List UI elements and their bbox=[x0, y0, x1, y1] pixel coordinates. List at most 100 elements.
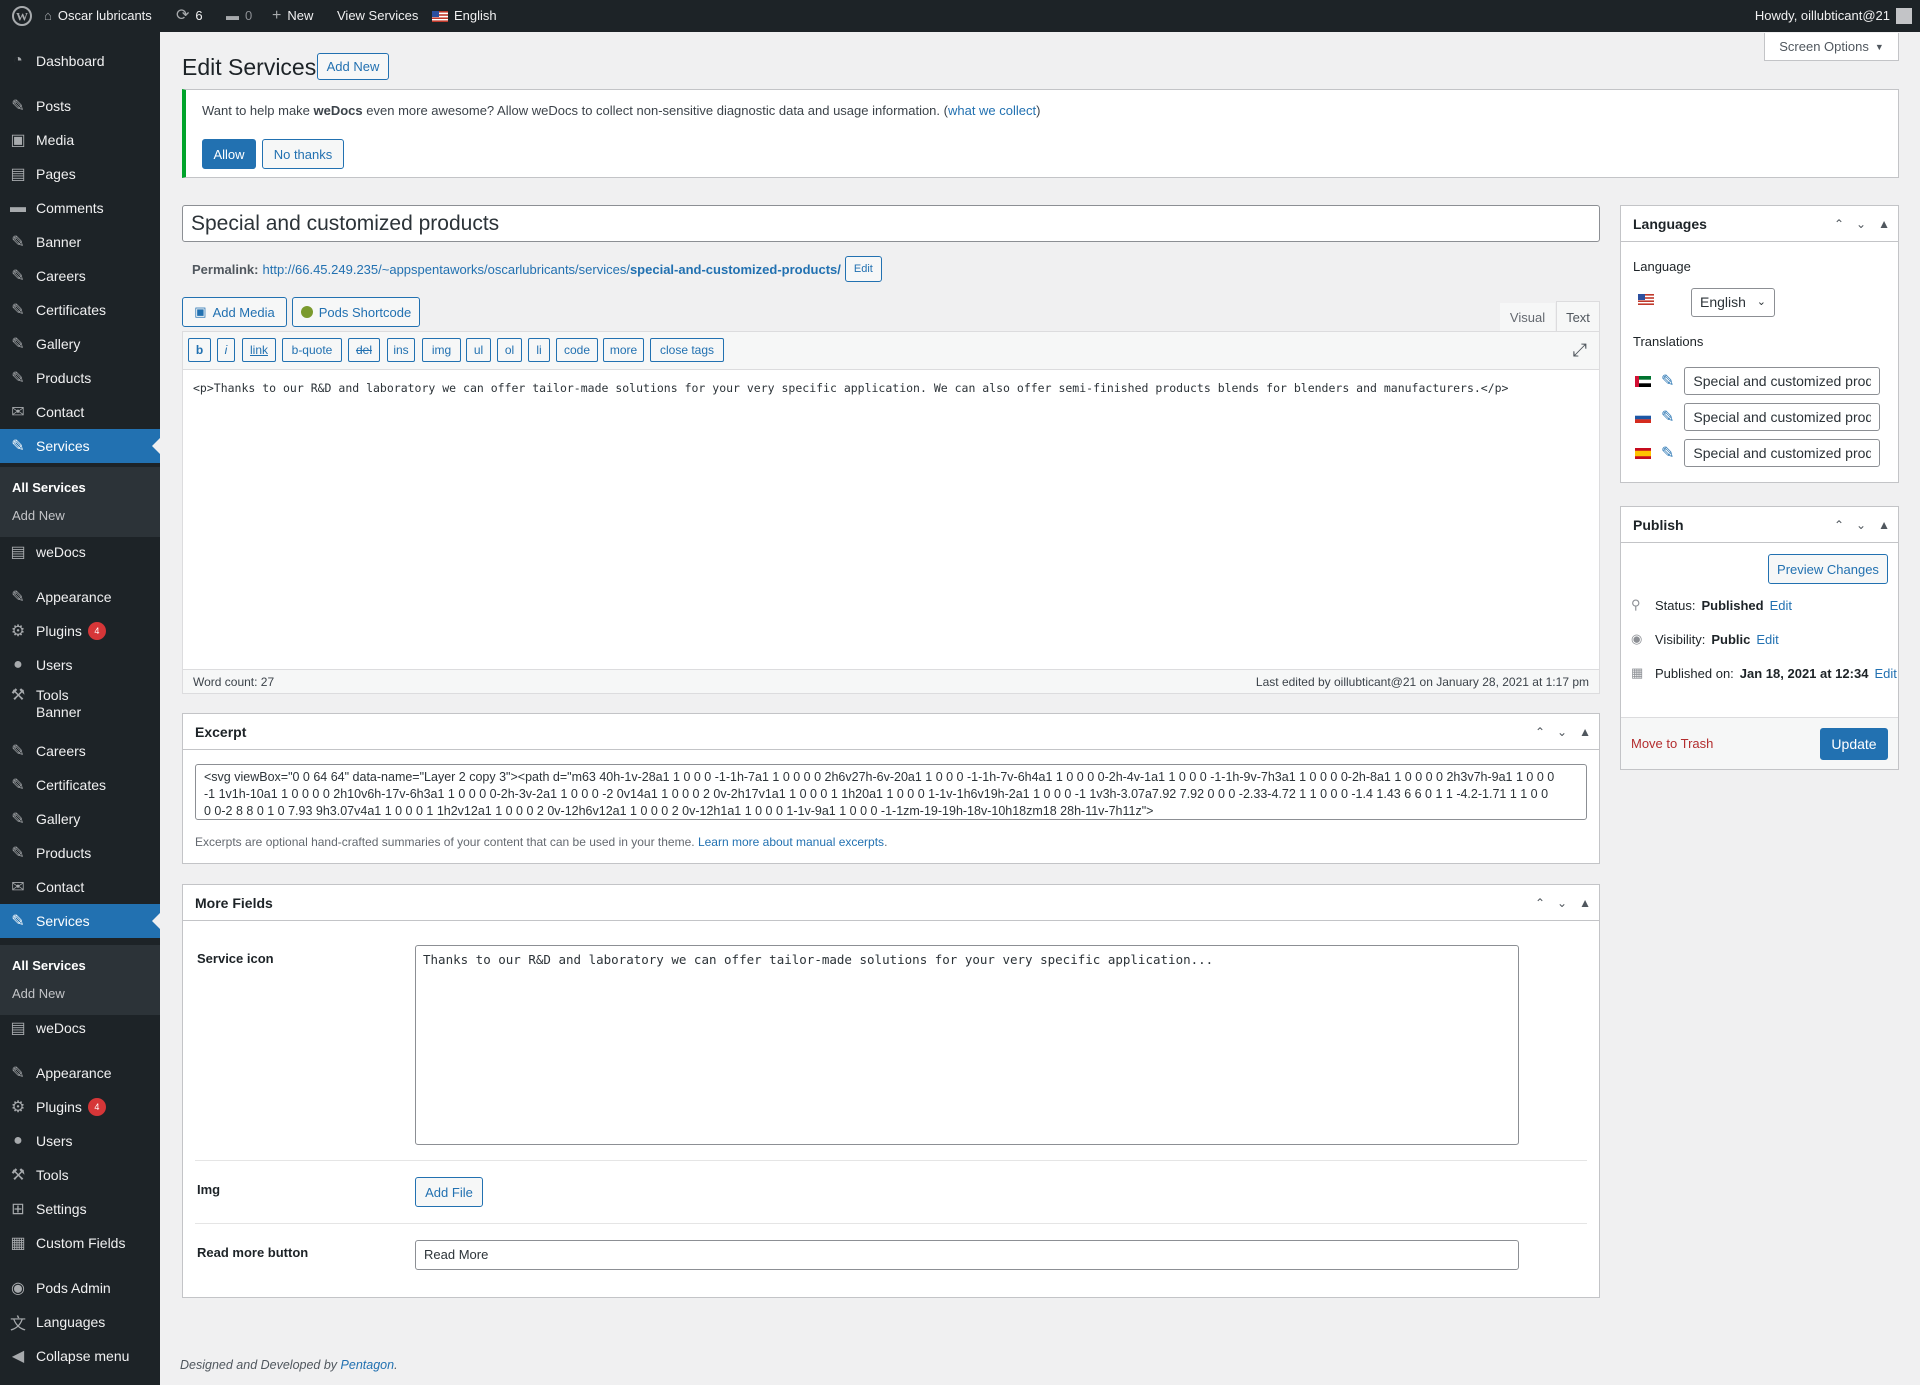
toggle-panel-icon[interactable]: ▲ bbox=[1878, 217, 1890, 231]
quicktag-del-button[interactable]: del bbox=[348, 338, 380, 362]
menu-item-plugins[interactable]: ⚙ Plugins 4 bbox=[0, 614, 160, 648]
menu-item-pods-admin[interactable]: ◉ Pods Admin bbox=[0, 1271, 160, 1305]
menu-item-services[interactable]: ✎ Services bbox=[0, 429, 160, 463]
quicktag-b-button[interactable]: b bbox=[188, 338, 211, 362]
quicktag-code-button[interactable]: code bbox=[556, 338, 598, 362]
quicktag-ul-button[interactable]: ul bbox=[466, 338, 491, 362]
pods-shortcode-button[interactable]: Pods Shortcode bbox=[292, 297, 420, 327]
menu-item-gallery[interactable]: ✎ Gallery bbox=[0, 327, 160, 361]
submenu-all-services[interactable]: All Services bbox=[0, 474, 160, 502]
move-up-icon[interactable]: ⌃ bbox=[1535, 725, 1545, 739]
wordpress-logo-icon[interactable]: W bbox=[12, 0, 32, 32]
language-switcher[interactable]: English bbox=[432, 0, 497, 32]
updates-link[interactable]: ⟳ 6 bbox=[176, 0, 203, 32]
menu-item-banner[interactable]: ✎Banner bbox=[0, 700, 160, 724]
menu-item-gallery[interactable]: ✎ Gallery bbox=[0, 802, 160, 836]
footer-link[interactable]: Pentagon bbox=[341, 1358, 395, 1372]
permalink-edit-button[interactable]: Edit bbox=[844, 256, 882, 282]
menu-item-dashboard[interactable]: ◔ Dashboard bbox=[0, 44, 160, 78]
excerpt-textarea[interactable]: <svg viewBox="0 0 64 64" data-name="Laye… bbox=[195, 764, 1587, 820]
service-icon-textarea[interactable]: Thanks to our R&D and laboratory we can … bbox=[415, 945, 1519, 1145]
add-media-button[interactable]: ▣ Add Media bbox=[182, 297, 287, 327]
screen-options-button[interactable]: Screen Options ▼ bbox=[1764, 33, 1899, 61]
quicktag-i-button[interactable]: i bbox=[217, 338, 235, 362]
menu-item-custom-fields[interactable]: ▦ Custom Fields bbox=[0, 1226, 160, 1260]
translation-input-es[interactable] bbox=[1684, 439, 1881, 467]
menu-item-posts[interactable]: ✎ Posts bbox=[0, 89, 160, 123]
view-services-link[interactable]: View Services bbox=[337, 0, 418, 32]
fullscreen-icon[interactable]: ⤢ bbox=[1573, 340, 1587, 361]
toggle-panel-icon[interactable]: ▲ bbox=[1579, 725, 1591, 739]
menu-item-tools[interactable]: ⚒ Tools bbox=[0, 1158, 160, 1192]
menu-item-collapse-menu[interactable]: ◀ Collapse menu bbox=[0, 1339, 160, 1373]
menu-item-settings[interactable]: ⊞ Settings bbox=[0, 1192, 160, 1226]
menu-item-careers[interactable]: ✎ Careers bbox=[0, 259, 160, 293]
menu-item-wedocs[interactable]: ▤ weDocs bbox=[0, 1011, 160, 1045]
pencil-icon[interactable]: ✎ bbox=[1661, 407, 1674, 427]
quicktag-img-button[interactable]: img bbox=[422, 338, 461, 362]
permalink-link[interactable]: http://66.45.249.235/~appspentaworks/osc… bbox=[262, 262, 840, 277]
menu-item-appearance[interactable]: ✎ Appearance bbox=[0, 1056, 160, 1090]
submenu-add-new[interactable]: Add New bbox=[0, 980, 160, 1008]
menu-item-languages[interactable]: 文 Languages bbox=[0, 1305, 160, 1339]
update-button[interactable]: Update bbox=[1820, 728, 1888, 760]
submenu-all-services[interactable]: All Services bbox=[0, 952, 160, 980]
menu-item-pages[interactable]: ▤ Pages bbox=[0, 157, 160, 191]
read-more-input[interactable]: Read More bbox=[415, 1240, 1519, 1270]
menu-item-users[interactable]: ● Users bbox=[0, 1124, 160, 1158]
toggle-panel-icon[interactable]: ▲ bbox=[1878, 518, 1890, 532]
post-title-input[interactable]: Special and customized products bbox=[182, 205, 1600, 242]
menu-item-plugins[interactable]: ⚙ Plugins 4 bbox=[0, 1090, 160, 1124]
quicktag-ins-button[interactable]: ins bbox=[387, 338, 415, 362]
add-new-button[interactable]: Add New bbox=[317, 53, 389, 80]
move-down-icon[interactable]: ⌄ bbox=[1856, 518, 1866, 532]
editor-textarea[interactable]: <p>Thanks to our R&D and laboratory we c… bbox=[193, 381, 1589, 395]
menu-item-certificates[interactable]: ✎ Certificates bbox=[0, 768, 160, 802]
menu-item-contact[interactable]: ✉ Contact bbox=[0, 870, 160, 904]
move-down-icon[interactable]: ⌄ bbox=[1856, 217, 1866, 231]
what-we-collect-link[interactable]: what we collect bbox=[948, 103, 1036, 118]
menu-item-appearance[interactable]: ✎ Appearance bbox=[0, 580, 160, 614]
new-content-link[interactable]: + New bbox=[272, 0, 313, 32]
no-thanks-button[interactable]: No thanks bbox=[262, 139, 344, 169]
menu-item-products[interactable]: ✎ Products bbox=[0, 836, 160, 870]
menu-item-contact[interactable]: ✉ Contact bbox=[0, 395, 160, 429]
quicktag-li-button[interactable]: li bbox=[528, 338, 550, 362]
menu-item-certificates[interactable]: ✎ Certificates bbox=[0, 293, 160, 327]
translation-input-ar[interactable] bbox=[1684, 367, 1881, 395]
quicktag-link-button[interactable]: link bbox=[242, 338, 276, 362]
published-edit-link[interactable]: Edit bbox=[1874, 666, 1896, 681]
toggle-panel-icon[interactable]: ▲ bbox=[1579, 896, 1591, 910]
pencil-icon[interactable]: ✎ bbox=[1661, 371, 1674, 391]
menu-item-users[interactable]: ● Users bbox=[0, 648, 160, 682]
tab-text[interactable]: Text bbox=[1556, 301, 1600, 332]
move-up-icon[interactable]: ⌃ bbox=[1834, 217, 1844, 231]
visibility-edit-link[interactable]: Edit bbox=[1756, 632, 1778, 647]
quicktag-b-quote-button[interactable]: b-quote bbox=[282, 338, 342, 362]
menu-item-banner[interactable]: ✎Banner bbox=[0, 225, 160, 259]
pencil-icon[interactable]: ✎ bbox=[1661, 443, 1674, 463]
quicktag-ol-button[interactable]: ol bbox=[497, 338, 522, 362]
comments-link[interactable]: ▬ 0 bbox=[226, 0, 252, 32]
menu-item-comments[interactable]: ▬ Comments bbox=[0, 191, 160, 225]
move-up-icon[interactable]: ⌃ bbox=[1834, 518, 1844, 532]
menu-item-wedocs[interactable]: ▤ weDocs bbox=[0, 535, 160, 569]
menu-item-services[interactable]: ✎ Services bbox=[0, 904, 160, 938]
menu-item-products[interactable]: ✎ Products bbox=[0, 361, 160, 395]
status-edit-link[interactable]: Edit bbox=[1770, 598, 1792, 613]
move-up-icon[interactable]: ⌃ bbox=[1535, 896, 1545, 910]
quicktag-more-button[interactable]: more bbox=[603, 338, 644, 362]
allow-button[interactable]: Allow bbox=[202, 139, 256, 169]
my-account[interactable]: Howdy, oillubticant@21 bbox=[1755, 0, 1912, 32]
move-down-icon[interactable]: ⌄ bbox=[1557, 725, 1567, 739]
menu-item-media[interactable]: ▣ Media bbox=[0, 123, 160, 157]
translation-input-ru[interactable] bbox=[1684, 403, 1881, 431]
submenu-add-new[interactable]: Add New bbox=[0, 502, 160, 530]
learn-more-link[interactable]: Learn more about manual excerpts bbox=[698, 835, 884, 849]
add-file-button[interactable]: Add File bbox=[415, 1177, 483, 1207]
tab-visual[interactable]: Visual bbox=[1500, 303, 1555, 331]
menu-item-careers[interactable]: ✎ Careers bbox=[0, 734, 160, 768]
quicktag-close-tags-button[interactable]: close tags bbox=[650, 338, 724, 362]
preview-changes-button[interactable]: Preview Changes bbox=[1768, 554, 1888, 584]
site-name-link[interactable]: ⌂ Oscar lubricants bbox=[44, 0, 152, 32]
